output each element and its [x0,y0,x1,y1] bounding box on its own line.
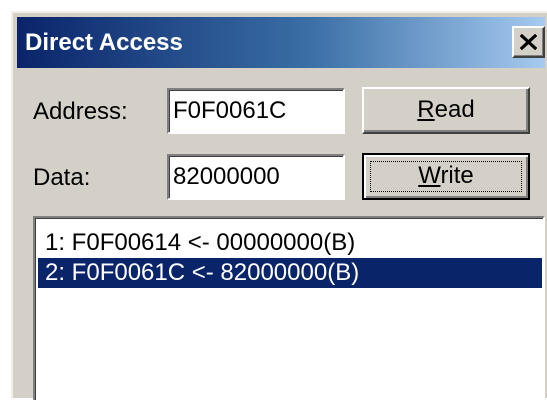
data-label: Data: [33,164,91,191]
list-item-text: 2: F0F0061C <- 82000000(B) [45,259,360,286]
access-log-list[interactable]: 1: F0F00614 <- 00000000(B) 2: F0F0061C <… [33,216,545,400]
close-button[interactable] [512,26,545,58]
address-label: Address: [33,98,128,125]
data-input[interactable] [173,162,339,192]
list-item[interactable]: 1: F0F00614 <- 00000000(B) [38,228,542,258]
data-field[interactable] [167,154,345,200]
write-button[interactable]: Write [362,153,530,200]
direct-access-dialog: Direct Access Address: Read Data: Write … [11,11,547,400]
list-item-text: 1: F0F00614 <- 00000000(B) [45,229,356,256]
address-input[interactable] [173,96,339,126]
title-bar[interactable]: Direct Access [17,17,545,68]
write-button-label: Write [418,162,474,189]
window-title: Direct Access [25,29,183,56]
close-icon [520,34,537,50]
read-button-label: Read [417,96,475,123]
read-button[interactable]: Read [362,87,530,134]
list-item-selected[interactable]: 2: F0F0061C <- 82000000(B) [38,258,542,288]
address-field[interactable] [167,88,345,134]
